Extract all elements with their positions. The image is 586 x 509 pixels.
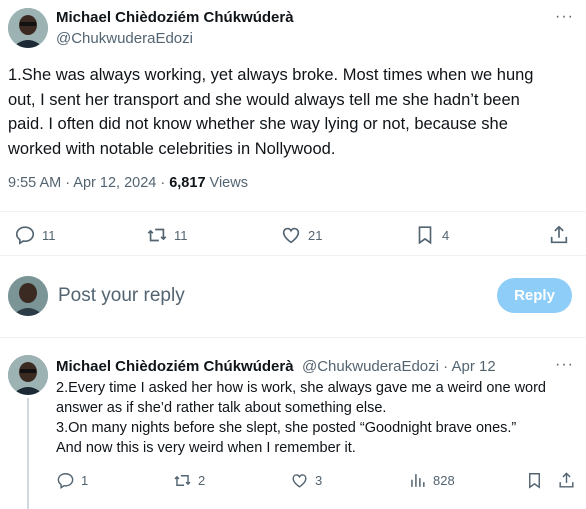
reply-like-action[interactable]: 3	[290, 471, 322, 490]
views-count: 6,817	[169, 175, 206, 191]
reply-count: 11	[42, 227, 56, 243]
reply-more-icon[interactable]: ···	[555, 356, 574, 374]
divider	[0, 255, 586, 256]
reply-retweet-count: 2	[198, 473, 206, 488]
tweet-timestamp[interactable]: 9:55 AM · Apr 12, 2024 ·	[8, 175, 169, 191]
reply-icon	[57, 473, 74, 489]
divider	[0, 211, 586, 212]
heart-icon	[292, 474, 307, 488]
bookmark-action[interactable]: 4	[414, 224, 449, 246]
more-icon[interactable]: ···	[555, 8, 574, 26]
reply-like-count: 3	[315, 473, 323, 488]
reply-views-action[interactable]: 828	[408, 471, 455, 490]
reply-icon	[15, 226, 35, 245]
author-avatar[interactable]	[8, 8, 48, 48]
reply-input[interactable]: Post your reply	[58, 285, 185, 307]
retweet-icon	[147, 228, 167, 242]
reply-author-handle-and-date: @ChukwuderaEdozi · Apr 12	[302, 358, 496, 375]
analytics-icon	[411, 474, 425, 487]
reply-reply-count: 1	[81, 473, 89, 488]
author-handle[interactable]: @ChukwuderaEdozi	[56, 30, 193, 47]
like-action[interactable]: 21	[280, 224, 322, 246]
heart-icon	[282, 227, 300, 244]
share-action[interactable]	[548, 224, 570, 246]
reply-text-line: 3.On many nights before she slept, she p…	[56, 420, 517, 436]
tweet-text-line: out, I sent her transport and she would …	[8, 90, 520, 109]
reply-bookmark-action[interactable]	[525, 471, 544, 490]
reply-author-avatar[interactable]	[8, 355, 48, 395]
reply-action[interactable]: 11	[14, 224, 56, 246]
retweet-icon	[174, 475, 191, 486]
reply-author-handle[interactable]: @ChukwuderaEdozi	[302, 358, 439, 375]
reply-share-action[interactable]	[557, 471, 576, 490]
reply-author-name[interactable]: Michael Chièdoziém Chúkwúderà	[56, 358, 294, 375]
like-count: 21	[308, 227, 323, 243]
reply-retweet-action[interactable]: 2	[173, 471, 205, 490]
share-icon	[550, 225, 568, 244]
tweet-text-line: paid. I often did not know whether she w…	[8, 115, 508, 133]
bookmark-icon	[418, 226, 432, 245]
bookmark-count: 4	[442, 227, 450, 243]
bookmark-icon	[529, 473, 540, 489]
reply-views-count: 828	[433, 473, 455, 488]
tweet-meta: 9:55 AM · Apr 12, 2024 · 6,817 Views	[8, 175, 248, 191]
divider	[0, 337, 586, 338]
reply-text-line: And now this is very weird when I rememb…	[56, 440, 356, 456]
retweet-action[interactable]: 11	[146, 224, 188, 246]
views-label: Views	[205, 175, 248, 191]
reply-button[interactable]: Reply	[497, 278, 572, 313]
reply-text-line: 2.Every time I asked her how is work, sh…	[56, 380, 546, 396]
share-icon	[559, 472, 574, 488]
reply-date[interactable]: · Apr 12	[439, 358, 496, 375]
my-avatar[interactable]	[8, 276, 48, 316]
author-name[interactable]: Michael Chièdoziém Chúkwúderà	[56, 9, 294, 26]
thread-line	[27, 398, 29, 509]
retweet-count: 11	[174, 227, 188, 243]
reply-reply-action[interactable]: 1	[56, 471, 88, 490]
tweet-text-line: worked with notable celebrities in Nolly…	[8, 139, 336, 158]
reply-text-line: answer as if she’d rather talk about som…	[56, 400, 387, 416]
tweet-text-line: 1.She was always working, yet always bro…	[8, 66, 534, 84]
